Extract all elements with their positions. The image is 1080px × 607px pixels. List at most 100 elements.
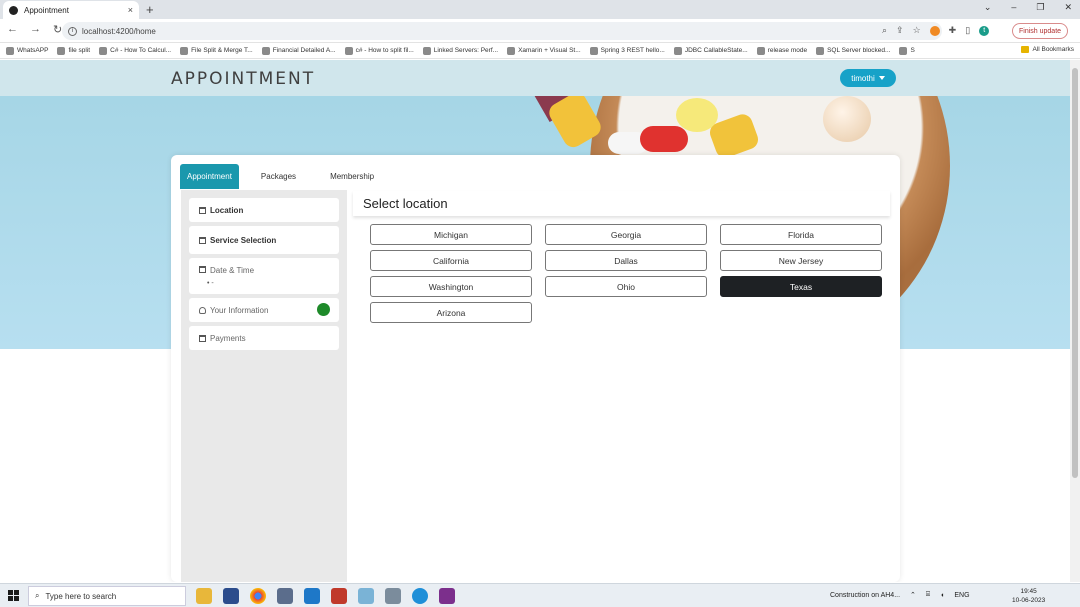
- bookmark-item[interactable]: S: [899, 46, 915, 55]
- bookmark-item[interactable]: release mode: [756, 46, 807, 55]
- puzzle-icon[interactable]: ✚: [949, 25, 957, 36]
- location-option-georgia[interactable]: Georgia: [545, 224, 707, 245]
- bookmark-label: S: [910, 47, 915, 54]
- browser-tab[interactable]: Appointment ×: [3, 1, 139, 19]
- user-icon: [199, 306, 206, 314]
- bookmark-item[interactable]: Spring 3 REST hello...: [589, 46, 665, 55]
- step-payments[interactable]: Payments: [189, 326, 339, 350]
- page-scrollbar[interactable]: [1070, 60, 1080, 582]
- app-icon[interactable]: [439, 588, 455, 604]
- new-tab-button[interactable]: +: [146, 2, 154, 17]
- reload-icon[interactable]: ↻: [53, 23, 62, 36]
- step-location[interactable]: Location: [189, 198, 339, 222]
- location-option-new-jersey[interactable]: New Jersey: [720, 250, 882, 271]
- back-icon[interactable]: ←: [7, 23, 18, 36]
- tab-appointment[interactable]: Appointment: [180, 164, 239, 189]
- language-indicator[interactable]: ENG: [954, 592, 969, 599]
- windows-start-icon[interactable]: [8, 590, 19, 601]
- location-option-texas[interactable]: Texas: [720, 276, 882, 297]
- bookmark-item[interactable]: file split: [57, 46, 90, 55]
- bookmark-icon: [180, 46, 189, 55]
- bookmark-item[interactable]: Linked Servers: Perf...: [422, 46, 498, 55]
- bookmark-item[interactable]: C# - How To Calcul...: [99, 46, 171, 55]
- search-icon: ⌕: [35, 591, 40, 600]
- step-service-selection[interactable]: Service Selection: [189, 226, 339, 254]
- location-option-florida[interactable]: Florida: [720, 224, 882, 245]
- all-bookmarks-label: All Bookmarks: [1032, 46, 1074, 53]
- scrollbar-thumb[interactable]: [1072, 68, 1078, 478]
- bookmark-item[interactable]: Financial Detailed A...: [261, 46, 336, 55]
- angular-icon: [9, 5, 18, 15]
- photoshop-icon[interactable]: [223, 588, 239, 604]
- appointment-card: Appointment Packages Membership Location…: [171, 155, 900, 582]
- bookmark-icon: [99, 46, 108, 55]
- bookmark-item[interactable]: Xamarin + Visual St...: [507, 46, 581, 55]
- profile-avatar[interactable]: t: [979, 25, 990, 36]
- close-tab-icon[interactable]: ×: [128, 5, 133, 15]
- restore-icon[interactable]: ❐: [1036, 2, 1044, 13]
- clock-date: 10-06-2023: [1012, 597, 1046, 604]
- bookmark-item[interactable]: WhatsAPP: [6, 46, 48, 55]
- sidepanel-icon[interactable]: ▯: [965, 25, 970, 36]
- window-controls: ⌄ – ❐ ✕: [984, 2, 1072, 13]
- step-label: Location: [210, 205, 244, 215]
- calendar-icon: [199, 206, 206, 214]
- calculator-icon[interactable]: [385, 588, 401, 604]
- url-text[interactable]: localhost:4200/home: [82, 27, 156, 36]
- pill-image: [676, 98, 718, 132]
- notification-text[interactable]: Construction on AH4...: [830, 592, 900, 599]
- zoom-icon[interactable]: ⌕: [882, 25, 887, 36]
- location-option-ohio[interactable]: Ohio: [545, 276, 707, 297]
- star-icon[interactable]: ☆: [913, 25, 921, 36]
- info-icon[interactable]: i: [68, 26, 77, 36]
- bookmark-item[interactable]: File Split & Merge T...: [180, 46, 253, 55]
- step-your-information[interactable]: Your Information: [189, 298, 339, 322]
- taskbar-search[interactable]: ⌕ Type here to search: [28, 586, 186, 606]
- location-option-dallas[interactable]: Dallas: [545, 250, 707, 271]
- web-page: APPOINTMENT timothi Appointment Packages…: [0, 60, 1070, 582]
- close-window-icon[interactable]: ✕: [1064, 2, 1072, 13]
- calendar-icon: [199, 236, 206, 244]
- location-option-michigan[interactable]: Michigan: [370, 224, 532, 245]
- location-option-arizona[interactable]: Arizona: [370, 302, 532, 323]
- step-label: Your Information: [210, 305, 269, 315]
- tab-list: Appointment Packages Membership: [180, 164, 396, 189]
- egg-image: [823, 96, 871, 142]
- folder-icon: [1021, 46, 1030, 53]
- forward-icon[interactable]: →: [30, 23, 41, 36]
- step-label: Service Selection: [210, 235, 277, 245]
- network-icon[interactable]: ⌸: [926, 591, 930, 599]
- clock[interactable]: 19:45 10-06-2023: [1012, 587, 1045, 605]
- bookmark-icon: [756, 46, 765, 55]
- bookmark-item[interactable]: c# - How to split fil...: [344, 46, 414, 55]
- tab-membership[interactable]: Membership: [318, 164, 386, 189]
- windows-taskbar: ⌕ Type here to search Construction on AH…: [0, 583, 1080, 607]
- brand-title: APPOINTMENT: [171, 69, 316, 89]
- minimize-icon[interactable]: –: [1011, 2, 1016, 13]
- bookmark-item[interactable]: SQL Server blocked...: [816, 46, 891, 55]
- bookmark-item[interactable]: JDBC CallableState...: [673, 46, 748, 55]
- vscode-icon[interactable]: [304, 588, 320, 604]
- url-bar[interactable]: i localhost:4200/home: [62, 22, 942, 40]
- app-icon[interactable]: [277, 588, 293, 604]
- user-menu-button[interactable]: timothi: [840, 69, 896, 87]
- location-option-california[interactable]: California: [370, 250, 532, 271]
- address-bar-row: ← → ↻ i localhost:4200/home ⌕ ⇪ ☆ ✚ ▯ t …: [0, 19, 1080, 43]
- volume-icon[interactable]: ◖: [940, 592, 944, 599]
- tab-packages[interactable]: Packages: [249, 164, 308, 189]
- extension-icon[interactable]: [929, 25, 940, 36]
- nav-buttons: ← → ↻: [7, 23, 62, 36]
- filezilla-icon[interactable]: [331, 588, 347, 604]
- chevron-down-icon[interactable]: ⌄: [984, 2, 992, 13]
- all-bookmarks[interactable]: All Bookmarks: [1021, 46, 1074, 53]
- chrome-icon[interactable]: [250, 588, 266, 604]
- app-icon[interactable]: [358, 588, 374, 604]
- finish-update-button[interactable]: Finish update: [1012, 23, 1069, 39]
- share-icon[interactable]: ⇪: [896, 25, 904, 36]
- chevron-up-icon[interactable]: ⌃: [910, 591, 916, 599]
- bookmark-label: SQL Server blocked...: [827, 47, 891, 54]
- step-date-time[interactable]: Date & Time • -: [189, 258, 339, 294]
- location-option-washington[interactable]: Washington: [370, 276, 532, 297]
- file-explorer-icon[interactable]: [196, 588, 212, 604]
- edge-icon[interactable]: [412, 588, 428, 604]
